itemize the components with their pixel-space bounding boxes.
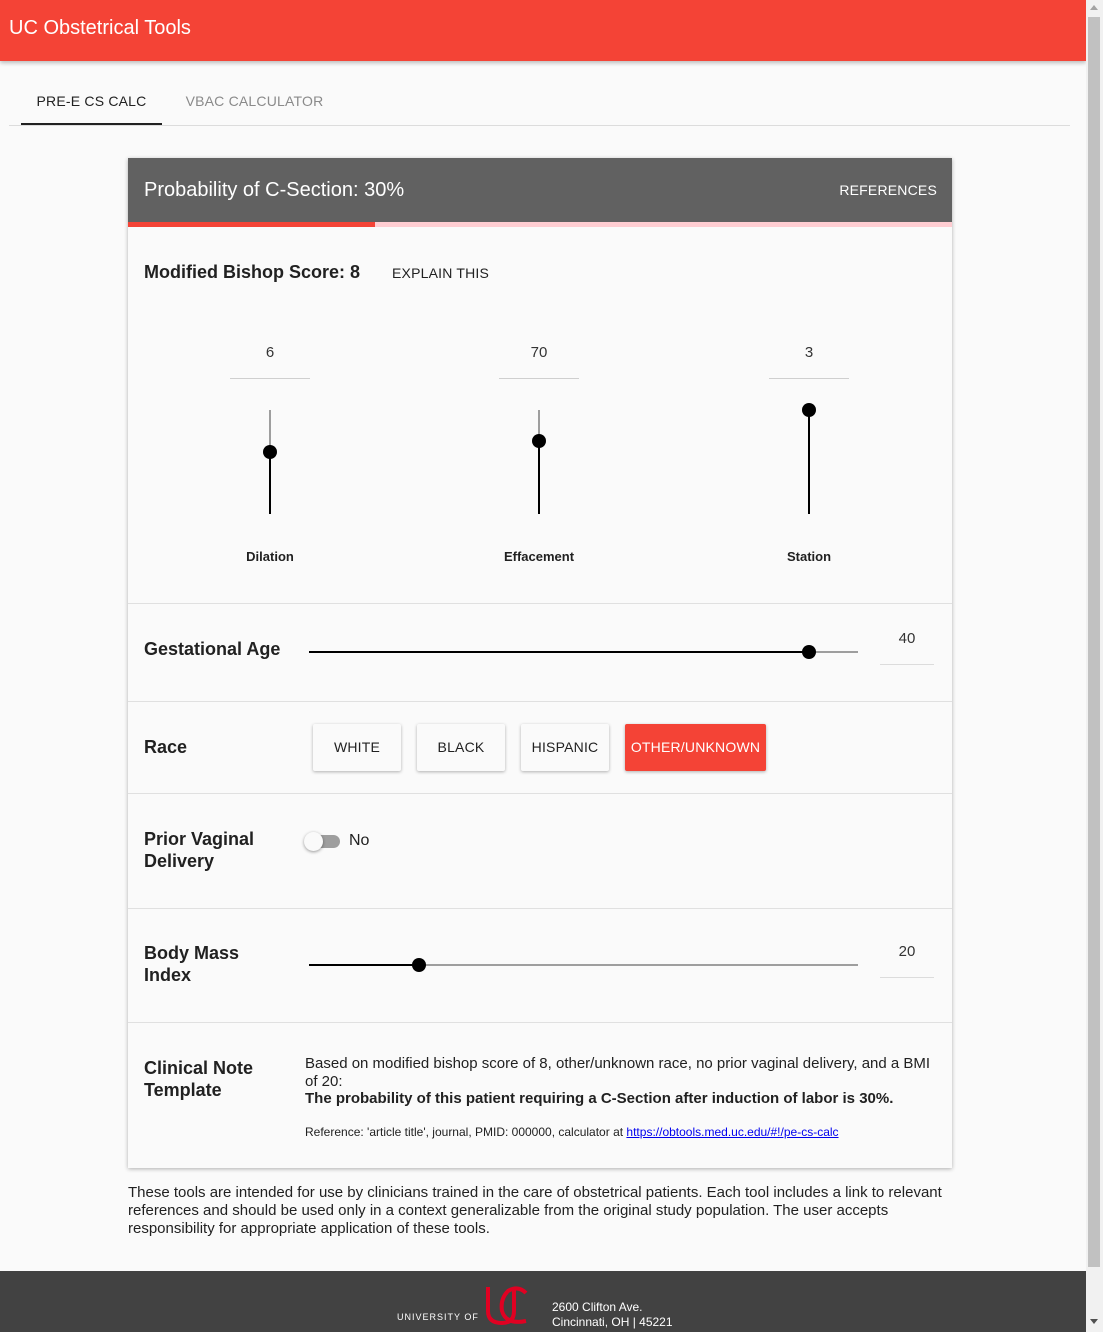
active-tab-indicator xyxy=(21,123,162,125)
dilation-slider-group: 6 Dilation xyxy=(210,338,330,568)
toggle-thumb[interactable] xyxy=(304,832,323,851)
station-value-field[interactable]: 3 xyxy=(769,338,849,379)
section-divider xyxy=(128,793,952,794)
station-slider-thumb[interactable] xyxy=(802,403,816,417)
uc-logo-icon xyxy=(486,1286,528,1326)
effacement-label: Effacement xyxy=(503,549,575,564)
dilation-slider-fill xyxy=(269,451,271,514)
gestational-age-slider-track[interactable] xyxy=(309,645,858,659)
effacement-slider-group: 70 Effacement xyxy=(479,338,599,568)
tab-vbac-calculator[interactable]: VBAC CALCULATOR xyxy=(172,77,337,125)
footer-address-line2: Cincinnati, OH | 45221 xyxy=(552,1315,673,1329)
dilation-label: Dilation xyxy=(246,549,294,564)
scroll-down-arrow-icon[interactable] xyxy=(1090,1319,1098,1324)
effacement-slider-fill xyxy=(538,441,540,514)
tab-pre-e-cs-calc[interactable]: PRE-E CS CALC xyxy=(21,77,162,125)
clinical-note-reference: Reference: 'article title', journal, PMI… xyxy=(305,1125,839,1139)
probability-title: Probability of C-Section: 30% xyxy=(144,179,405,201)
calculator-card: Probability of C-Section: 30% REFERENCES… xyxy=(128,158,952,1168)
bmi-slider-fill xyxy=(309,964,419,966)
race-other-unknown-button[interactable]: OTHER/UNKNOWN xyxy=(625,724,766,771)
clinical-note-label: Clinical Note Template xyxy=(144,1058,254,1100)
section-divider xyxy=(128,908,952,909)
card-header: Probability of C-Section: 30% REFERENCES xyxy=(128,158,952,222)
probability-bar xyxy=(128,222,952,227)
explain-this-button[interactable]: EXPLAIN THIS xyxy=(392,265,489,281)
calculator-link[interactable]: https://obtools.med.uc.edu/#!/pe-cs-calc xyxy=(626,1125,838,1139)
page-scrollbar[interactable] xyxy=(1086,0,1103,1332)
effacement-value-field[interactable]: 70 xyxy=(499,338,579,379)
race-white-button[interactable]: WHITE xyxy=(313,724,401,771)
bishop-score-title: Modified Bishop Score: 8 xyxy=(144,262,361,282)
scroll-thumb[interactable] xyxy=(1088,17,1100,1267)
clinical-note-text: Based on modified bishop score of 8, oth… xyxy=(305,1055,931,1090)
gestational-age-label: Gestational Age xyxy=(144,639,281,659)
dilation-slider-thumb[interactable] xyxy=(263,444,277,459)
race-black-button[interactable]: BLACK xyxy=(417,724,505,771)
references-button[interactable]: REFERENCES xyxy=(839,182,937,198)
bmi-label: Body Mass Index xyxy=(144,943,240,985)
bmi-slider-thumb[interactable] xyxy=(411,958,426,972)
gestational-age-value-field[interactable]: 40 xyxy=(880,624,934,665)
station-slider-fill xyxy=(808,410,810,514)
dilation-value-field[interactable]: 6 xyxy=(230,338,310,379)
clinical-note-result: The probability of this patient requirin… xyxy=(305,1090,894,1107)
probability-bar-fill xyxy=(128,222,376,227)
prior-vaginal-delivery-label: Prior Vaginal Delivery xyxy=(144,829,255,871)
footer-address-line1: 2600 Clifton Ave. xyxy=(552,1300,643,1314)
footer: UNIVERSITY OF 2600 Clifton Ave. Cincinna… xyxy=(0,1271,1086,1332)
app-title: UC Obstetrical Tools xyxy=(9,17,191,39)
app-toolbar: UC Obstetrical Tools xyxy=(0,0,1086,61)
reference-text: Reference: 'article title', journal, PMI… xyxy=(305,1125,624,1139)
bmi-slider-track[interactable] xyxy=(309,958,858,972)
race-hispanic-button[interactable]: HISPANIC xyxy=(521,724,609,771)
section-divider xyxy=(128,1022,952,1023)
gestational-age-slider-fill xyxy=(309,651,809,653)
tab-bar: PRE-E CS CALC VBAC CALCULATOR xyxy=(9,77,1070,126)
logo-university-text: UNIVERSITY OF xyxy=(397,1312,479,1322)
bmi-value-field[interactable]: 20 xyxy=(880,937,934,978)
prior-vaginal-delivery-toggle-text: No xyxy=(349,832,370,849)
station-label: Station xyxy=(786,549,832,564)
scroll-up-arrow-icon[interactable] xyxy=(1090,5,1098,10)
section-divider xyxy=(128,603,952,604)
race-label: Race xyxy=(144,737,188,757)
disclaimer-text: These tools are intended for use by clin… xyxy=(128,1184,942,1237)
effacement-slider-thumb[interactable] xyxy=(532,434,546,449)
prior-vaginal-delivery-toggle[interactable] xyxy=(304,832,340,851)
section-divider xyxy=(128,701,952,702)
gestational-age-slider-thumb[interactable] xyxy=(801,645,816,659)
station-slider-group: 3 Station xyxy=(749,338,869,568)
